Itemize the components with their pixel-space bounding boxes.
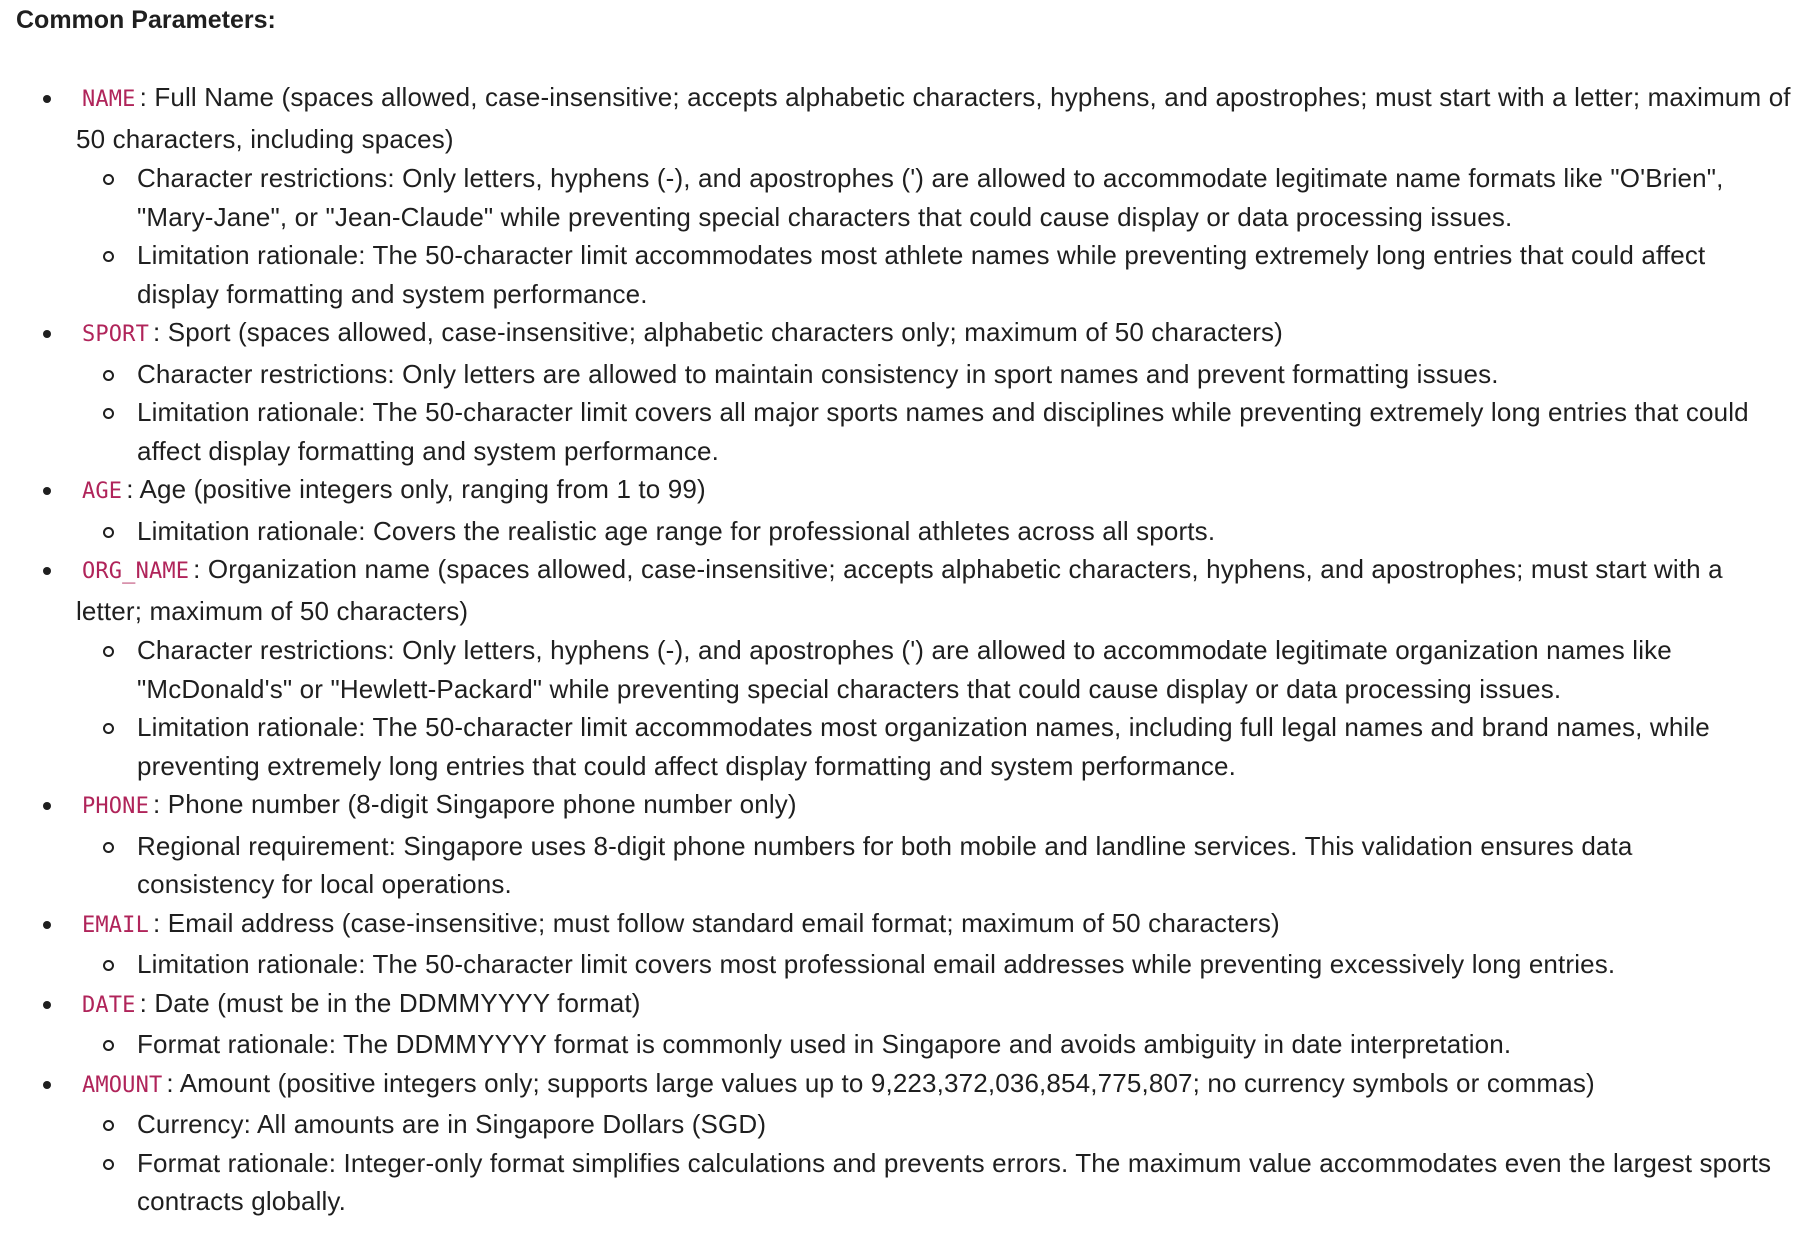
note-text: Limitation rationale: The 50-character l… [137, 712, 1710, 781]
param-code: DATE [82, 992, 136, 1018]
section-heading: Common Parameters: [16, 6, 276, 34]
note-text: Character restrictions: Only letters, hy… [137, 635, 1672, 704]
note-text: Limitation rationale: The 50-character l… [137, 397, 1749, 466]
param-note: Limitation rationale: The 50-character l… [103, 708, 1775, 785]
circle-bullet-icon [103, 1158, 114, 1170]
param-item-age: AGE: Age (positive integers only, rangin… [43, 470, 1795, 551]
param-description: : Date (must be in the DDMMYYYY format) [139, 987, 641, 1018]
note-text: Character restrictions: Only letters, hy… [137, 163, 1724, 232]
param-note: Limitation rationale: The 50-character l… [103, 393, 1775, 470]
param-description: : Organization name (spaces allowed, cas… [76, 554, 1723, 626]
circle-bullet-icon [103, 841, 114, 853]
param-code: EMAIL [82, 912, 149, 938]
param-note: Character restrictions: Only letters, hy… [103, 159, 1775, 236]
param-notes: Limitation rationale: The 50-character l… [76, 945, 1795, 984]
circle-bullet-icon [103, 646, 114, 657]
note-text: Character restrictions: Only letters are… [137, 358, 1499, 389]
circle-bullet-icon [103, 526, 114, 538]
param-note: Limitation rationale: The 50-character l… [103, 236, 1775, 313]
param-code: PHONE [82, 794, 149, 819]
circle-bullet-icon [103, 1040, 114, 1051]
note-text: Currency: All amounts are in Singapore D… [137, 1109, 767, 1139]
bullet-icon [43, 487, 51, 495]
note-text: Regional requirement: Singapore uses 8-d… [137, 830, 1633, 900]
param-notes: Format rationale: The DDMMYYYY format is… [76, 1025, 1795, 1064]
param-item-sport: SPORT: Sport (spaces allowed, case-insen… [43, 313, 1795, 471]
bullet-icon [43, 567, 51, 575]
param-code: SPORT [82, 322, 149, 347]
param-item-phone: PHONE: Phone number (8-digit Singapore p… [43, 785, 1795, 904]
param-note: Character restrictions: Only letters, hy… [103, 631, 1775, 708]
circle-bullet-icon [103, 174, 114, 185]
param-item-amount: AMOUNT: Amount (positive integers only; … [43, 1064, 1795, 1221]
document-page: Common Parameters: NAME: Full Name (spac… [0, 0, 1795, 1221]
param-code: AGE [82, 479, 123, 504]
circle-bullet-icon [103, 408, 114, 419]
param-notes: Limitation rationale: Covers the realist… [76, 512, 1795, 551]
param-note: Format rationale: Integer-only format si… [103, 1144, 1775, 1221]
param-note: Limitation rationale: The 50-character l… [103, 945, 1775, 984]
bullet-icon [43, 920, 51, 929]
circle-bullet-icon [103, 960, 114, 971]
bullet-icon [43, 1080, 51, 1089]
parameter-list: NAME: Full Name (spaces allowed, case-in… [16, 78, 1795, 1221]
param-description: : Sport (spaces allowed, case-insensitiv… [152, 317, 1283, 347]
param-item-name: NAME: Full Name (spaces allowed, case-in… [43, 78, 1795, 313]
param-description: : Amount (positive integers only; suppor… [166, 1067, 1595, 1098]
note-text: Format rationale: Integer-only format si… [137, 1147, 1772, 1217]
note-text: Limitation rationale: The 50-character l… [137, 949, 1616, 979]
bullet-icon [43, 802, 51, 810]
param-item-email: EMAIL: Email address (case-insensitive; … [43, 904, 1795, 984]
param-notes: Character restrictions: Only letters are… [76, 355, 1795, 471]
param-description: : Email address (case-insensitive; must … [152, 907, 1280, 938]
param-item-date: DATE: Date (must be in the DDMMYYYY form… [43, 984, 1795, 1064]
circle-bullet-icon [103, 251, 114, 262]
bullet-icon [43, 95, 51, 103]
param-notes: Character restrictions: Only letters, hy… [76, 631, 1795, 785]
param-code: ORG_NAME [82, 559, 190, 584]
param-code: NAME [82, 87, 136, 112]
param-code: AMOUNT [82, 1072, 163, 1098]
note-text: Limitation rationale: Covers the realist… [137, 515, 1216, 546]
param-notes: Character restrictions: Only letters, hy… [76, 159, 1795, 313]
param-description: : Age (positive integers only, ranging f… [126, 474, 706, 504]
circle-bullet-icon [103, 1120, 114, 1131]
param-note: Currency: All amounts are in Singapore D… [103, 1105, 1775, 1144]
note-text: Format rationale: The DDMMYYYY format is… [137, 1029, 1512, 1059]
param-item-org-name: ORG_NAME: Organization name (spaces allo… [43, 550, 1795, 785]
param-notes: Regional requirement: Singapore uses 8-d… [76, 827, 1795, 904]
bullet-icon [43, 1000, 51, 1009]
param-notes: Currency: All amounts are in Singapore D… [76, 1105, 1795, 1221]
circle-bullet-icon [103, 369, 114, 381]
note-text: Limitation rationale: The 50-character l… [137, 240, 1706, 309]
param-note: Limitation rationale: Covers the realist… [103, 512, 1775, 551]
param-description: : Phone number (8-digit Singapore phone … [152, 789, 797, 819]
param-note: Regional requirement: Singapore uses 8-d… [103, 827, 1775, 904]
bullet-icon [43, 330, 51, 338]
circle-bullet-icon [103, 723, 114, 734]
param-description: : Full Name (spaces allowed, case-insens… [76, 82, 1791, 154]
param-note: Format rationale: The DDMMYYYY format is… [103, 1025, 1775, 1064]
param-note: Character restrictions: Only letters are… [103, 355, 1775, 394]
